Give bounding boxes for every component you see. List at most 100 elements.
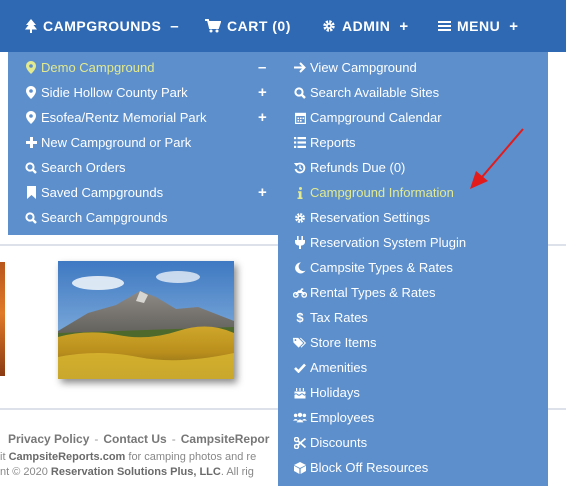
campsite-reports-site[interactable]: CampsiteReports.com — [9, 451, 126, 463]
menu-item-reports[interactable]: Reports — [293, 130, 356, 155]
nav-campgrounds-toggle[interactable]: – — [170, 18, 179, 35]
campgrounds-dropdown: Demo Campground – Sidie Hollow County Pa… — [8, 52, 278, 235]
search-icon — [293, 86, 307, 99]
toggle-symbol: + — [258, 84, 267, 101]
footer-separator: - — [94, 432, 99, 446]
menu-item-label: Holidays — [310, 385, 360, 400]
footer-company: Reservation Solutions Plus, LLC — [50, 466, 221, 478]
nav-admin-label: ADMIN — [342, 18, 391, 34]
esofea-rentz-expand-toggle[interactable]: + — [258, 105, 267, 130]
menu-item-view-campground[interactable]: View Campground — [293, 55, 417, 80]
menu-item-search-campgrounds[interactable]: Search Campgrounds — [24, 205, 167, 230]
contact-us-link[interactable]: Contact Us — [103, 432, 166, 446]
menu-item-discounts[interactable]: Discounts — [293, 430, 367, 455]
menu-item-search-sites[interactable]: Search Available Sites — [293, 80, 439, 105]
footer-copyright-line: nt © 2020 Reservation Solutions Plus, LL… — [0, 466, 254, 478]
nav-menu-label: MENU — [457, 18, 501, 34]
history-icon — [293, 162, 307, 174]
map-marker-icon — [24, 61, 38, 74]
menu-item-label: Discounts — [310, 435, 368, 450]
cube-icon — [293, 461, 307, 474]
list-icon — [293, 137, 307, 148]
menu-item-label: Store Items — [310, 335, 377, 350]
menu-item-reservation-settings[interactable]: Reservation Settings — [293, 205, 430, 230]
demo-campground-collapse-toggle[interactable]: – — [258, 55, 266, 80]
menu-item-store-items[interactable]: Store Items — [293, 330, 376, 355]
nav-campgrounds[interactable]: CAMPGROUNDS – — [25, 0, 179, 52]
campsite-reports-link[interactable]: CampsiteRepor — [181, 432, 270, 446]
campground-photo-partial[interactable] — [0, 262, 5, 376]
menu-item-employees[interactable]: Employees — [293, 405, 374, 430]
nav-admin[interactable]: ADMIN + — [322, 0, 409, 52]
footer-copyright-suffix: . All rig — [220, 466, 254, 478]
nav-menu-toggle[interactable]: + — [509, 18, 518, 35]
menu-item-holidays[interactable]: Holidays — [293, 380, 360, 405]
menu-item-label: Reservation Settings — [310, 210, 430, 225]
campground-submenu: View Campground Search Available Sites C… — [278, 52, 548, 486]
arrow-right-icon — [293, 62, 307, 73]
menu-item-demo-campground[interactable]: Demo Campground — [24, 55, 154, 80]
nav-menu[interactable]: MENU + — [438, 0, 519, 52]
menu-item-label: Employees — [310, 410, 375, 425]
top-navbar: CAMPGROUNDS – CART (0) ADMIN + MENU + — [0, 0, 566, 52]
menu-item-refunds-due[interactable]: Refunds Due (0) — [293, 155, 405, 180]
menu-item-reservation-plugin[interactable]: Reservation System Plugin — [293, 230, 466, 255]
menu-item-label: Search Campgrounds — [41, 210, 168, 225]
sidie-hollow-expand-toggle[interactable]: + — [258, 80, 267, 105]
bookmark-icon — [24, 186, 38, 199]
menu-item-label: View Campground — [310, 60, 417, 75]
privacy-policy-link[interactable]: Privacy Policy — [8, 432, 89, 446]
menu-item-label: Amenities — [310, 360, 368, 375]
menu-item-block-off-resources[interactable]: Block Off Resources — [293, 455, 428, 480]
menu-item-label: Refunds Due (0) — [310, 160, 406, 175]
tags-icon — [293, 337, 307, 349]
menu-item-label: New Campground or Park — [41, 135, 192, 150]
menu-item-saved-campgrounds[interactable]: Saved Campgrounds — [24, 180, 163, 205]
nav-cart[interactable]: CART (0) — [205, 0, 291, 52]
footer-promo-text: for camping photos and re — [125, 451, 257, 463]
calendar-icon — [293, 112, 307, 124]
menu-item-sidie-hollow[interactable]: Sidie Hollow County Park — [24, 80, 188, 105]
motorcycle-icon — [293, 287, 307, 298]
scissors-icon — [293, 436, 307, 449]
menu-item-label: Search Orders — [41, 160, 126, 175]
campground-photo[interactable] — [58, 261, 234, 379]
footer-separator: - — [171, 432, 176, 446]
saved-campgrounds-expand-toggle[interactable]: + — [258, 180, 267, 205]
plus-icon — [24, 137, 38, 148]
cake-icon — [293, 387, 307, 399]
footer-promo-prefix: it — [0, 451, 9, 463]
nav-campgrounds-label: CAMPGROUNDS — [43, 18, 162, 34]
plug-icon — [293, 236, 307, 249]
menu-item-campsite-types[interactable]: Campsite Types & Rates — [293, 255, 453, 280]
menu-item-new-campground[interactable]: New Campground or Park — [24, 130, 191, 155]
menu-item-campground-calendar[interactable]: Campground Calendar — [293, 105, 442, 130]
menu-item-tax-rates[interactable]: $ Tax Rates — [293, 305, 368, 330]
menu-item-label: Tax Rates — [310, 310, 368, 325]
check-icon — [293, 363, 307, 373]
cart-icon — [205, 19, 221, 33]
menu-item-label: Search Available Sites — [310, 85, 440, 100]
dollar-icon: $ — [296, 310, 304, 325]
menu-item-rental-types[interactable]: Rental Types & Rates — [293, 280, 436, 305]
menu-item-esofea-rentz[interactable]: Esofea/Rentz Memorial Park — [24, 105, 206, 130]
hamburger-icon — [438, 20, 451, 32]
menu-item-label: Campsite Types & Rates — [310, 260, 453, 275]
search-icon — [24, 211, 38, 224]
menu-item-label: Esofea/Rentz Memorial Park — [41, 110, 207, 125]
menu-item-label: Reports — [310, 135, 356, 150]
toggle-symbol: + — [258, 109, 267, 126]
map-marker-icon — [24, 111, 38, 124]
menu-item-search-orders[interactable]: Search Orders — [24, 155, 126, 180]
moon-icon — [293, 261, 307, 274]
footer-promo-line: it CampsiteReports.com for camping photo… — [0, 451, 256, 463]
gear-icon — [293, 212, 307, 224]
nav-cart-label: CART (0) — [227, 18, 291, 34]
nav-admin-toggle[interactable]: + — [399, 18, 408, 35]
menu-item-amenities[interactable]: Amenities — [293, 355, 367, 380]
footer-copyright-prefix: nt © 2020 — [0, 466, 51, 478]
menu-item-label: Campground Information — [310, 185, 454, 200]
menu-item-campground-information[interactable]: Campground Information — [293, 180, 454, 205]
menu-item-label: Campground Calendar — [310, 110, 442, 125]
info-icon — [293, 186, 307, 199]
